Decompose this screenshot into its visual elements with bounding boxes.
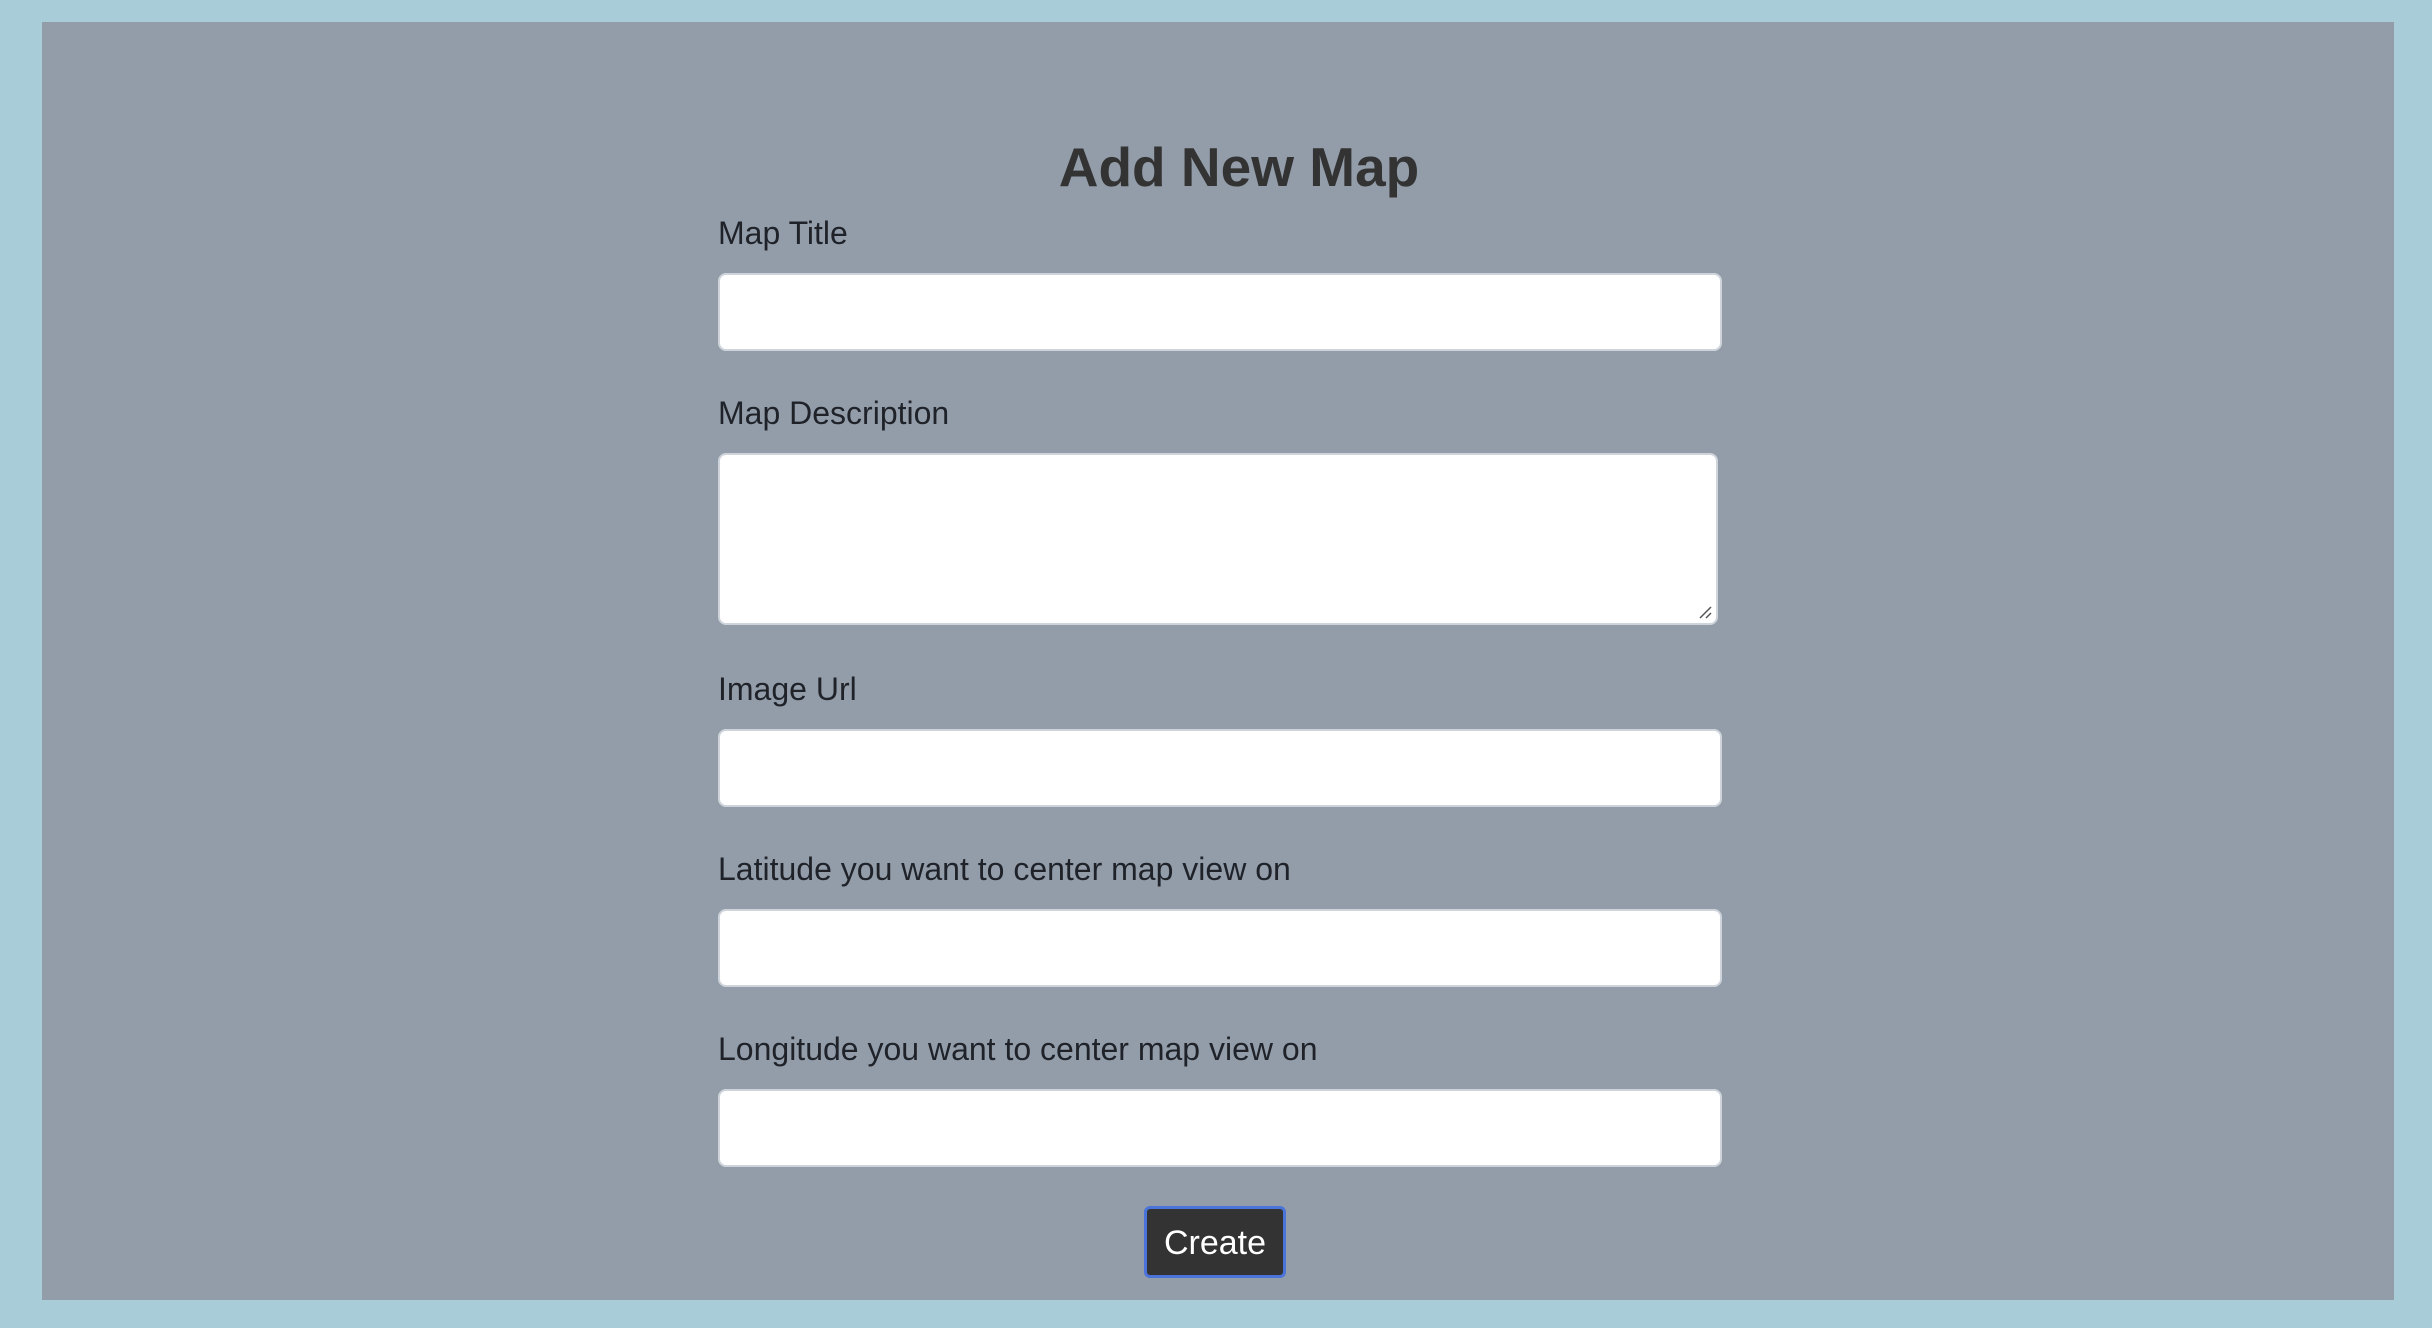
resize-handle-icon[interactable]	[1696, 603, 1712, 619]
longitude-input[interactable]	[718, 1089, 1722, 1167]
latitude-input[interactable]	[718, 909, 1722, 987]
map-title-input[interactable]	[718, 273, 1722, 351]
map-title-label: Map Title	[718, 215, 848, 251]
image-url-input[interactable]	[718, 729, 1722, 807]
page-title: Add New Map	[1058, 136, 1420, 198]
create-button[interactable]: Create	[1144, 1206, 1286, 1278]
longitude-label: Longitude you want to center map view on	[718, 1031, 1318, 1067]
form-panel: Add New Map Map Title Map Description Im…	[42, 22, 2394, 1300]
map-description-label: Map Description	[718, 395, 950, 431]
map-description-textarea[interactable]	[718, 453, 1718, 625]
image-url-label: Image Url	[718, 671, 857, 707]
latitude-label: Latitude you want to center map view on	[718, 851, 1291, 887]
